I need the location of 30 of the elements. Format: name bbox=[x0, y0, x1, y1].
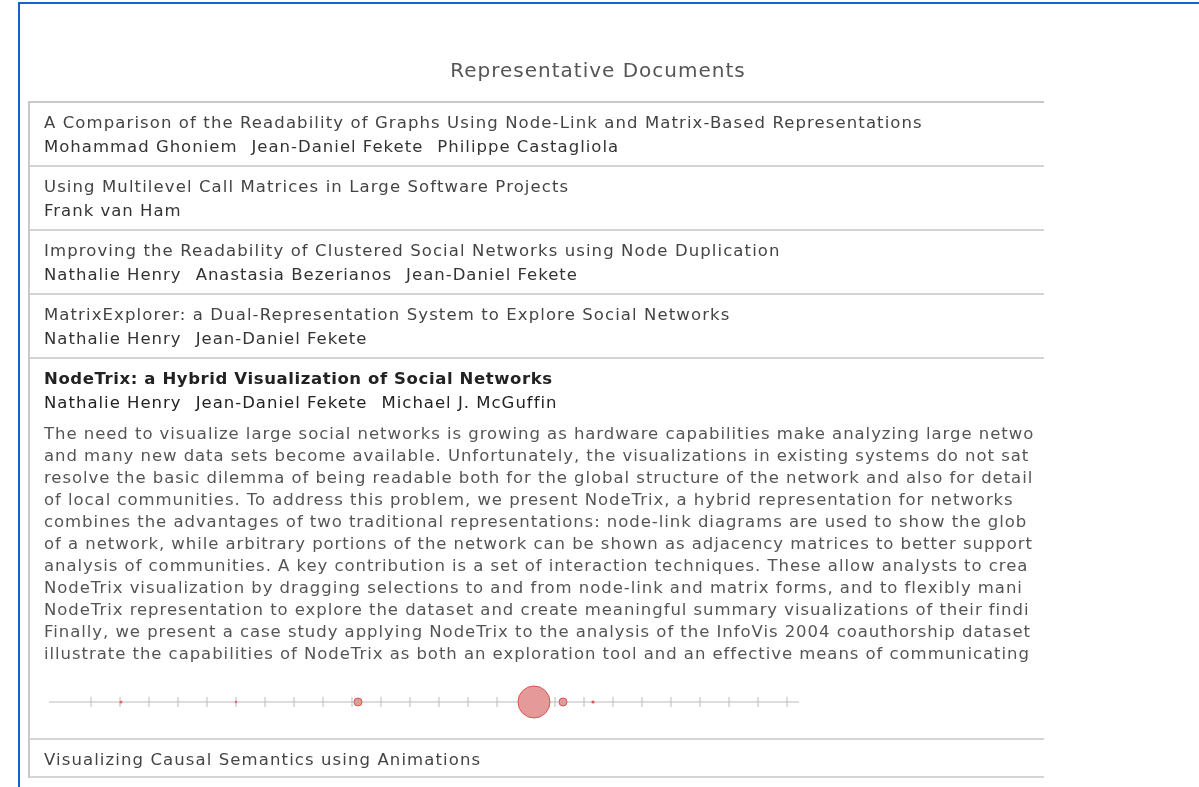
author-name[interactable]: Philippe Castagliola bbox=[437, 134, 620, 160]
abstract-line: combines the advantages of two traditional representations: node-link diagrams are used to show the glob bbox=[44, 511, 1028, 533]
document-title[interactable]: NodeTrix: a Hybrid Visualization of Social Networks bbox=[44, 368, 553, 390]
author-name[interactable]: Jean-Daniel Fekete bbox=[195, 390, 368, 416]
document-title[interactable]: A Comparison of the Readability of Graphs Using Node-Link and Matrix-Based Representations bbox=[44, 112, 923, 134]
abstract-line: illustrate the capabilities of NodeTrix as both an exploration tool and an effective means of communicating bbox=[44, 643, 1030, 665]
abstract-line: of a network, while arbitrary portions of the network can be shown as adjacency matrices to better support bbox=[44, 533, 1033, 555]
abstract-line: resolve the basic dilemma of being readable both for the global structure of the network and also for detail bbox=[44, 467, 1034, 489]
document-title[interactable]: Improving the Readability of Clustered Social Networks using Node Duplication bbox=[44, 240, 781, 262]
document-title[interactable]: MatrixExplorer: a Dual-Representation System to Explore Social Networks bbox=[44, 304, 731, 326]
author-name[interactable]: Jean-Daniel Fekete bbox=[251, 134, 424, 160]
author-name[interactable]: Michael J. McGuffin bbox=[381, 390, 558, 416]
abstract-line: NodeTrix representation to explore the dataset and create meaningful summary visualizations of their findi bbox=[44, 599, 1030, 621]
abstract-line: and many new data sets become available. Unfortunately, the visualizations in existing systems do not sat bbox=[44, 445, 1030, 467]
author-name[interactable]: Mohammad Ghoniem bbox=[44, 134, 238, 160]
author-name[interactable]: Frank van Ham bbox=[44, 198, 182, 224]
author-name[interactable]: Anastasia Bezerianos bbox=[195, 262, 393, 288]
abstract-line: of local communities. To address this problem, we present NodeTrix, a hybrid representation for networks bbox=[44, 489, 1014, 511]
abstract-line: The need to visualize large social networks is growing as hardware capabilities make analyzing large netwo bbox=[44, 423, 1035, 445]
document-title[interactable]: Visualizing Causal Semantics using Animations bbox=[44, 749, 482, 771]
author-name[interactable]: Nathalie Henry bbox=[44, 326, 182, 352]
author-name[interactable]: Jean-Daniel Fekete bbox=[195, 326, 368, 352]
abstract-line: NodeTrix visualization by dragging selections to and from node-link and matrix forms, and to flexibly mani bbox=[44, 577, 1023, 599]
author-name[interactable]: Jean-Daniel Fekete bbox=[406, 262, 578, 288]
abstract-line: analysis of communities. A key contribution is a set of interaction techniques. These allow analysts to crea bbox=[44, 555, 1029, 577]
abstract-line: Finally, we present a case study applying NodeTrix to the analysis of the InfoVis 2004 coauthorship dataset bbox=[44, 621, 1031, 643]
author-name[interactable]: Nathalie Henry bbox=[44, 262, 182, 288]
panel-heading: Representative Documents bbox=[450, 58, 746, 82]
author-name[interactable]: Nathalie Henry bbox=[44, 390, 182, 416]
document-title[interactable]: Using Multilevel Call Matrices in Large Software Projects bbox=[44, 176, 570, 198]
